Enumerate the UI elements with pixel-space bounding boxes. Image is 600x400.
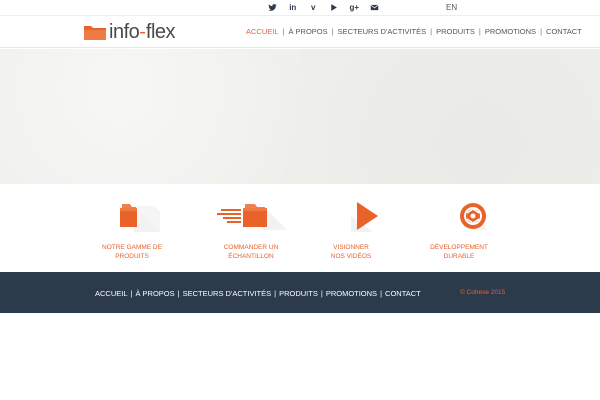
copyright-text: © Cohese 2015 — [460, 289, 506, 296]
feature-label: NOTRE GAMME DE PRODUITS — [102, 244, 162, 260]
hero-banner — [0, 49, 600, 184]
folder-icon — [87, 200, 177, 232]
nav-item-a-propos[interactable]: À PROPOS — [288, 27, 327, 36]
nav-separator: | — [540, 27, 543, 36]
site-header: info - flex ACCUEIL | À PROPOS | SECTEUR… — [0, 15, 600, 48]
linkedin-icon[interactable]: in — [283, 2, 304, 13]
vimeo-icon[interactable]: v — [303, 2, 324, 13]
feature-sample[interactable]: COMMANDER UN ÉCHANTILLON — [206, 200, 296, 261]
footer-nav-a-propos[interactable]: À PROPOS — [135, 289, 174, 298]
feature-sustainability[interactable]: DÉVELOPPEMENT DURABLE — [414, 200, 504, 261]
footer-nav-secteurs[interactable]: SECTEURS D'ACTIVITÉS — [183, 289, 272, 298]
twitter-icon[interactable] — [262, 2, 283, 13]
site-logo[interactable]: info - flex — [84, 20, 176, 43]
nav-separator: | — [282, 27, 285, 36]
nav-separator: | — [430, 27, 433, 36]
footer-nav-separator: | — [380, 289, 383, 298]
nav-item-accueil[interactable]: ACCUEIL — [246, 27, 279, 36]
footer-nav-separator: | — [320, 289, 323, 298]
feature-products[interactable]: NOTRE GAMME DE PRODUITS — [87, 200, 177, 261]
social-links: in v g+ — [262, 2, 385, 13]
site-footer: ACCUEIL | À PROPOS | SECTEURS D'ACTIVITÉ… — [0, 272, 600, 313]
top-bar: in v g+ EN — [0, 0, 600, 15]
logo-text-part1: info — [109, 20, 140, 43]
language-switch[interactable]: EN — [446, 2, 457, 13]
nav-item-secteurs[interactable]: SECTEURS D'ACTIVITÉS — [338, 27, 427, 36]
feature-label: COMMANDER UN ÉCHANTILLON — [223, 244, 279, 260]
footer-nav-produits[interactable]: PRODUITS — [279, 289, 318, 298]
footer-nav-separator: | — [274, 289, 277, 298]
logo-text-part2: flex — [145, 20, 176, 43]
nav-item-contact[interactable]: CONTACT — [546, 27, 582, 36]
footer-nav-contact[interactable]: CONTACT — [385, 289, 421, 298]
mail-icon[interactable] — [365, 2, 386, 13]
footer-nav-promotions[interactable]: PROMOTIONS — [326, 289, 377, 298]
feature-label: VISIONNER NOS VIDÉOS — [330, 244, 372, 260]
play-icon[interactable] — [324, 2, 345, 13]
nav-separator: | — [478, 27, 481, 36]
footer-nav: ACCUEIL | À PROPOS | SECTEURS D'ACTIVITÉ… — [95, 289, 421, 298]
folder-logo-icon — [84, 26, 106, 40]
feature-label: DÉVELOPPEMENT DURABLE — [430, 244, 488, 260]
fast-folder-icon — [206, 200, 296, 232]
recycle-icon — [414, 200, 504, 232]
footer-nav-accueil[interactable]: ACCUEIL — [95, 289, 128, 298]
feature-links: NOTRE GAMME DE PRODUITS COMMANDER UN ÉCH… — [0, 184, 600, 272]
feature-videos[interactable]: VISIONNER NOS VIDÉOS — [306, 200, 396, 261]
nav-item-promotions[interactable]: PROMOTIONS — [485, 27, 536, 36]
main-nav: ACCUEIL | À PROPOS | SECTEURS D'ACTIVITÉ… — [246, 27, 582, 36]
footer-nav-separator: | — [130, 289, 133, 298]
footer-nav-separator: | — [177, 289, 180, 298]
logo-dash: - — [139, 20, 146, 43]
google-plus-icon[interactable]: g+ — [344, 2, 365, 13]
nav-separator: | — [331, 27, 334, 36]
nav-item-produits[interactable]: PRODUITS — [436, 27, 475, 36]
play-icon — [306, 200, 396, 232]
